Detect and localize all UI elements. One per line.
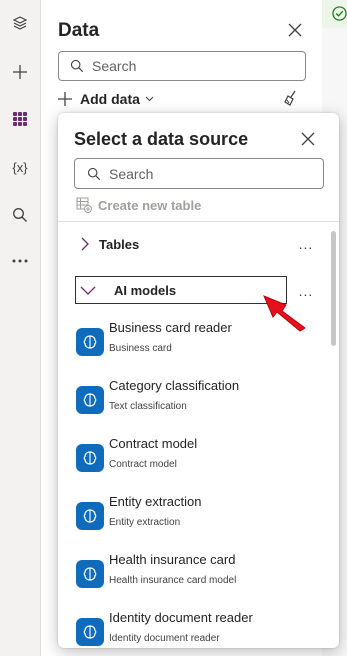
search-icon [70, 59, 84, 73]
create-new-table-label: Create new table [98, 197, 202, 213]
variables-icon[interactable]: {x} [0, 152, 40, 182]
panel-title: Data [58, 20, 100, 41]
ai-model-icon [76, 386, 104, 414]
ai-model-icon [76, 618, 104, 646]
divider [58, 221, 339, 222]
ai-model-icon [76, 560, 104, 588]
list-item[interactable]: Entity extraction Entity extraction [74, 494, 304, 544]
item-subtitle: Text classification [109, 401, 187, 412]
ai-model-icon [76, 328, 104, 356]
item-subtitle: Identity document reader [109, 633, 220, 644]
create-new-table-button[interactable]: Create new table [76, 197, 201, 213]
item-name: Identity document reader [109, 610, 253, 625]
layers-icon[interactable] [0, 8, 40, 38]
list-item[interactable]: Health insurance card Health insurance c… [74, 552, 304, 602]
chevron-right-icon [81, 237, 89, 251]
search-icon[interactable] [0, 200, 40, 230]
add-data-button[interactable]: Add data [58, 88, 154, 110]
close-icon[interactable] [296, 127, 320, 151]
item-name: Business card reader [109, 320, 232, 335]
item-subtitle: Health insurance card model [109, 575, 237, 586]
add-data-label: Add data [80, 91, 140, 107]
item-name: Health insurance card [109, 552, 236, 567]
plus-icon[interactable] [0, 57, 40, 87]
dialog-search-box[interactable] [74, 158, 324, 189]
left-rail: {x} [0, 0, 41, 656]
check-circle-icon [332, 6, 347, 21]
panel-search-box[interactable] [58, 51, 306, 81]
tables-more-button[interactable]: ... [296, 234, 316, 254]
panel-search-input[interactable] [92, 58, 272, 74]
close-icon[interactable] [283, 18, 307, 42]
list-item[interactable]: Contract model Contract model [74, 436, 304, 486]
item-name: Contract model [109, 436, 198, 451]
section-ai-models[interactable]: AI models [75, 276, 287, 304]
broom-icon[interactable] [279, 86, 303, 110]
scrollbar-thumb[interactable] [331, 231, 336, 346]
section-label: AI models [114, 282, 177, 298]
item-subtitle: Entity extraction [109, 517, 181, 528]
ai-model-icon [76, 444, 104, 472]
ai-model-icon [76, 502, 104, 530]
chevron-down-icon [145, 96, 154, 102]
more-icon[interactable] [0, 246, 40, 276]
table-add-icon [76, 197, 92, 213]
section-label: Tables [99, 236, 140, 252]
select-data-source-dialog: Select a data source Create new table Ta… [58, 113, 339, 648]
item-name: Entity extraction [109, 494, 202, 509]
variables-label: {x} [12, 159, 28, 175]
search-icon [87, 167, 101, 181]
item-subtitle: Business card [109, 343, 172, 354]
plus-icon [58, 92, 72, 106]
data-grid-icon[interactable] [0, 104, 40, 134]
status-bar [322, 0, 347, 28]
list-item[interactable]: Identity document reader Identity docume… [74, 610, 304, 648]
dialog-title: Select a data source [74, 129, 249, 149]
list-item[interactable]: Category classification Text classificat… [74, 378, 304, 428]
item-subtitle: Contract model [109, 459, 177, 470]
section-tables[interactable]: Tables [74, 230, 287, 258]
item-name: Category classification [109, 378, 240, 393]
annotation-arrow-icon [263, 295, 306, 332]
chevron-down-icon [80, 286, 96, 295]
dialog-search-input[interactable] [109, 165, 289, 182]
